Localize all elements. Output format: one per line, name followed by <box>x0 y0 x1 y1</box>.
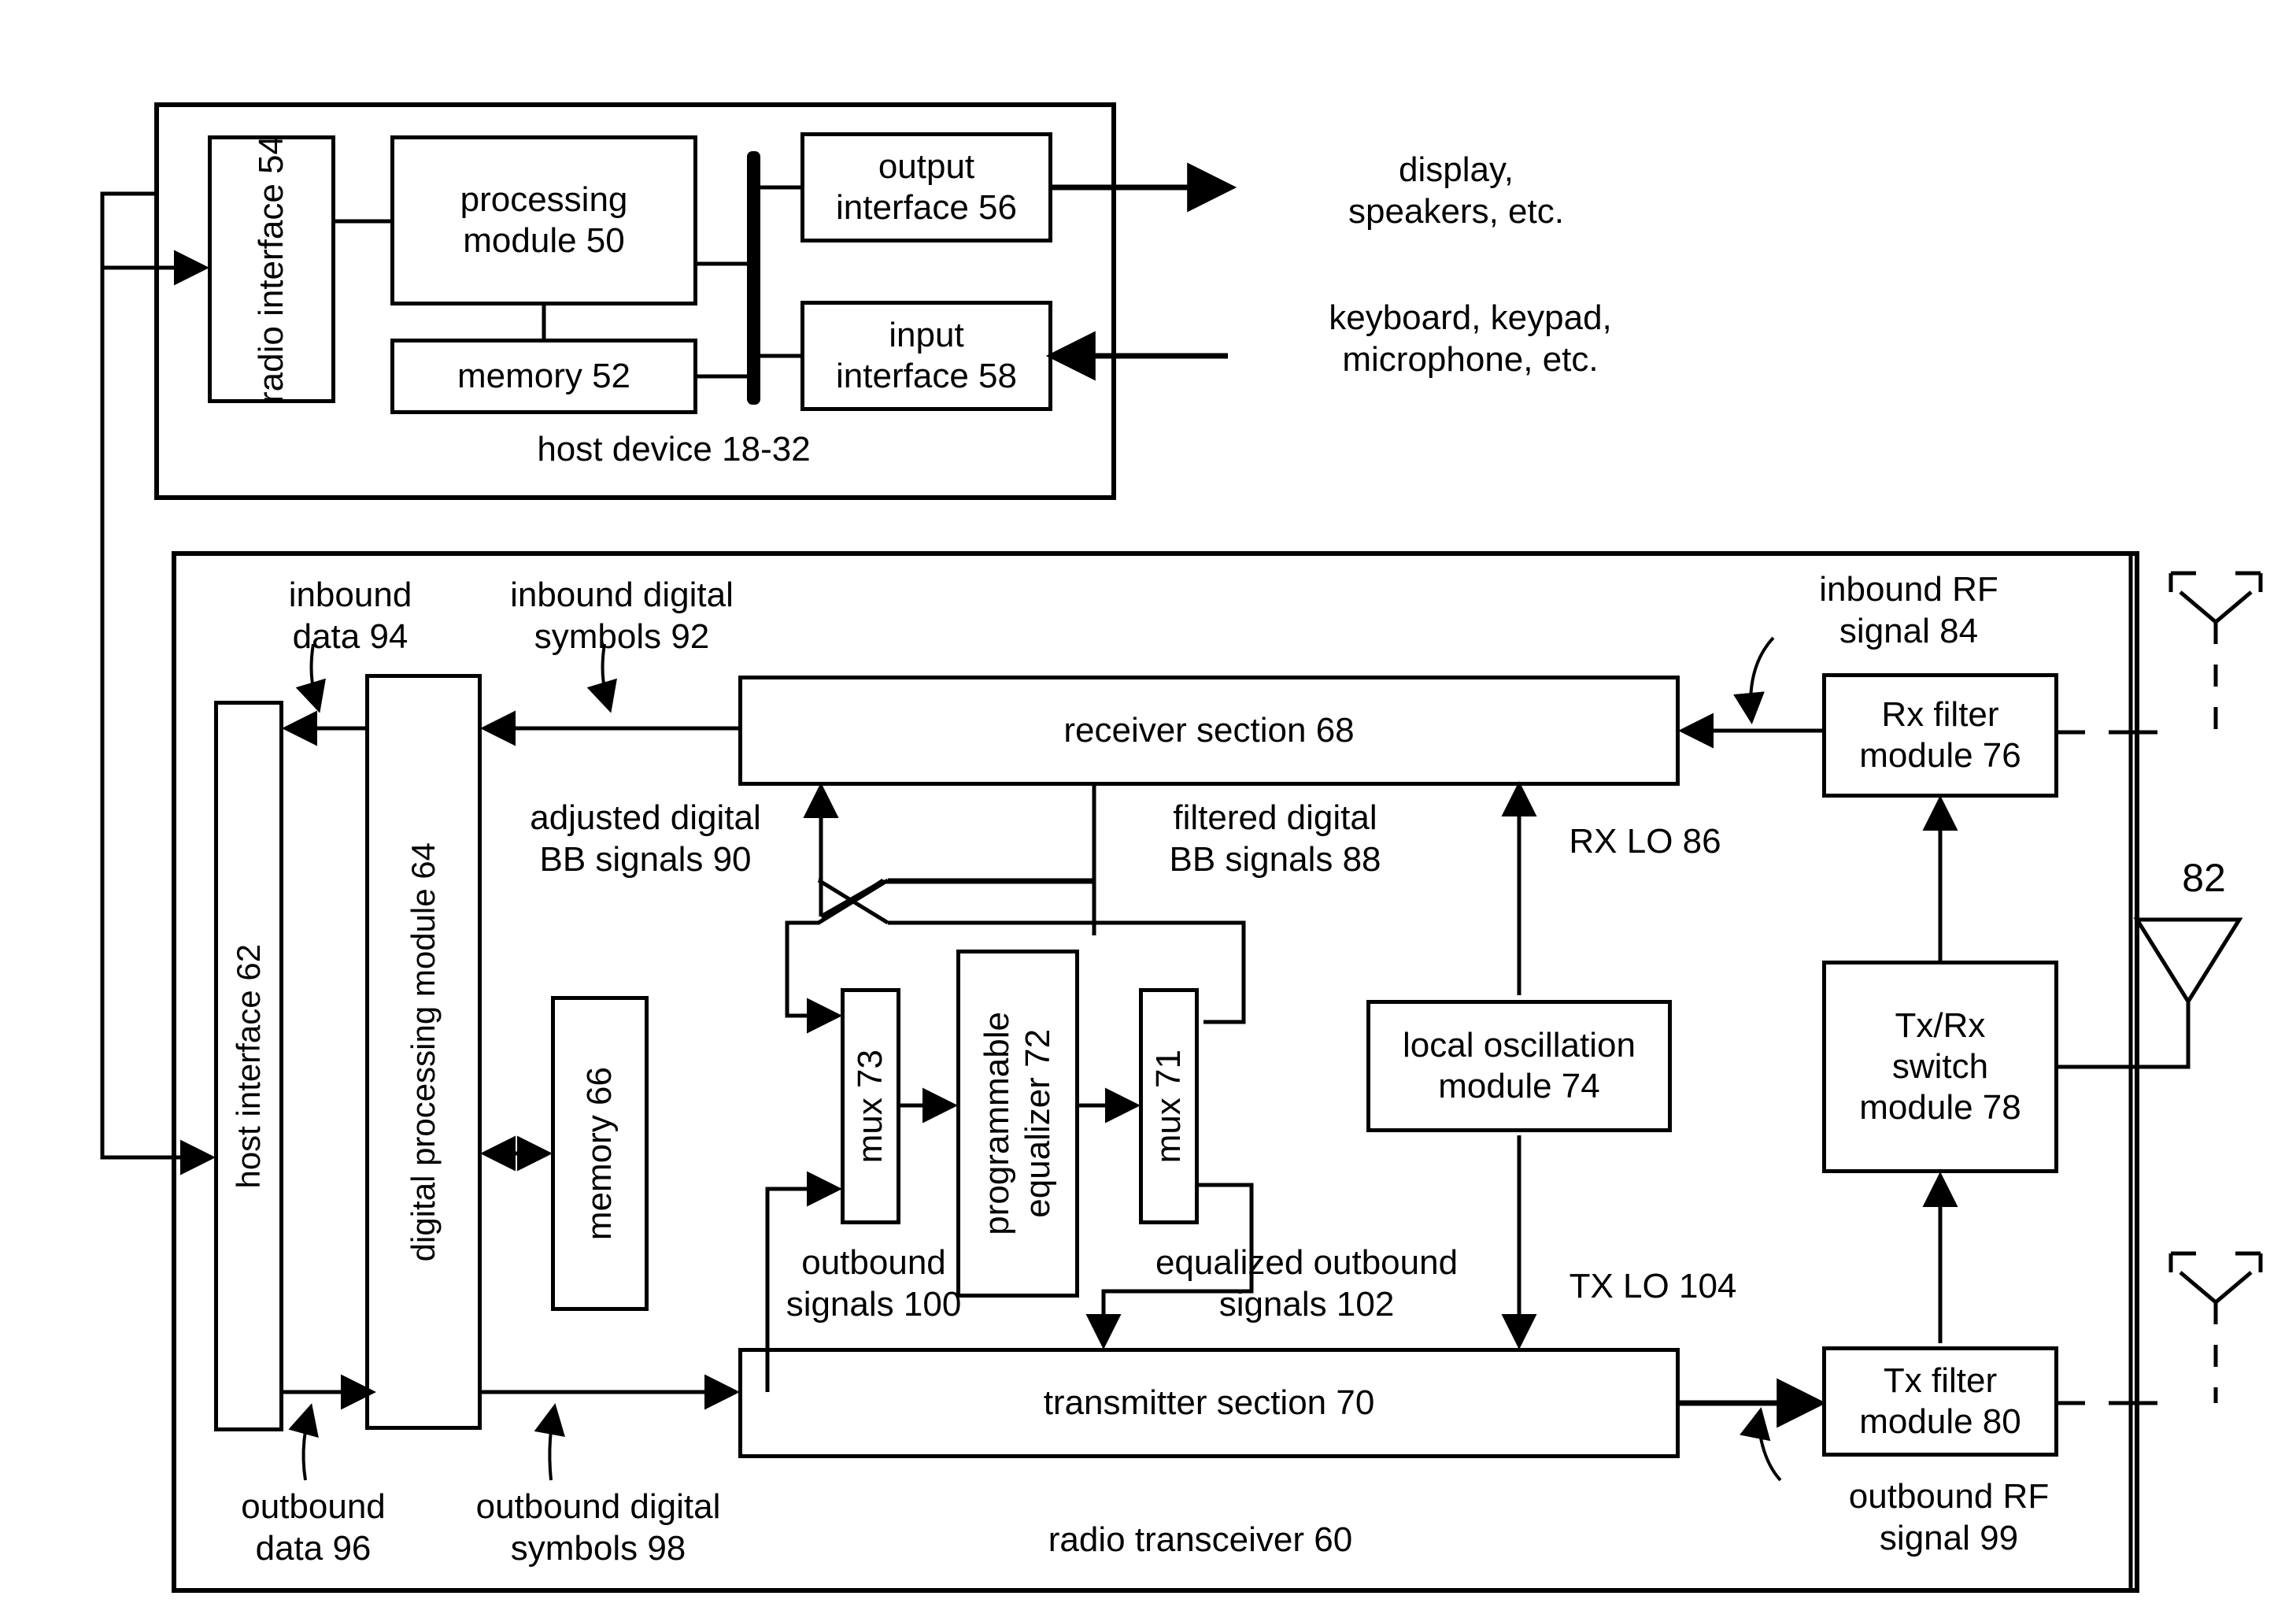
host-bus-bar <box>747 151 760 405</box>
host-device-label: host device 18-32 <box>537 430 811 468</box>
block-receiver-section-68[interactable]: receiver section 68 <box>738 676 1680 786</box>
label-outbound-digital-symbols-98: outbound digital symbols 98 <box>475 1487 721 1568</box>
block-programmable-equalizer-72-label: programmable equalizer 72 <box>978 1012 1057 1235</box>
block-processing-module-50[interactable]: processing module 50 <box>390 135 697 305</box>
label-equalized-outbound-signals-102: equalized outbound signals 102 <box>1155 1243 1459 1324</box>
label-outbound-data-96: outbound data 96 <box>241 1487 386 1568</box>
label-tx-lo-104: TX LO 104 <box>1569 1267 1737 1305</box>
block-rx-filter-module-76[interactable]: Rx filter module 76 <box>1822 673 2058 798</box>
label-rx-lo-86: RX LO 86 <box>1569 822 1721 861</box>
block-memory-66-label: memory 66 <box>580 1066 619 1241</box>
block-mux-71-label: mux 71 <box>1149 1049 1189 1164</box>
label-outbound-rf-signal-99: outbound RF signal 99 <box>1848 1477 2050 1557</box>
label-inbound-rf-signal-84: inbound RF signal 84 <box>1819 570 1998 650</box>
block-tx-filter-module-80[interactable]: Tx filter module 80 <box>1822 1346 2058 1457</box>
block-digital-processing-module-64-label: digital processing module 64 <box>405 842 442 1262</box>
block-input-interface-58[interactable]: input interface 58 <box>800 301 1052 411</box>
block-output-interface-56[interactable]: output interface 56 <box>800 132 1052 243</box>
block-mux-73[interactable]: mux 73 <box>841 988 900 1224</box>
block-output-interface-56-label: output interface 56 <box>836 147 1017 227</box>
label-output-peripherals: display, speakers, etc. <box>1348 150 1564 231</box>
block-memory-66[interactable]: memory 66 <box>551 996 649 1311</box>
block-local-oscillation-module-74[interactable]: local oscillation module 74 <box>1366 1000 1672 1132</box>
block-host-interface-62-label: host interface 62 <box>230 943 268 1189</box>
label-inbound-data-94: inbound data 94 <box>288 576 412 656</box>
block-processing-module-50-label: processing module 50 <box>460 180 628 260</box>
block-mux-73-label: mux 73 <box>851 1049 890 1164</box>
block-local-oscillation-module-74-label: local oscillation module 74 <box>1403 1026 1636 1105</box>
label-input-peripherals: keyboard, keypad, microphone, etc. <box>1329 298 1612 379</box>
block-receiver-section-68-label: receiver section 68 <box>1063 711 1355 750</box>
block-input-interface-58-label: input interface 58 <box>836 316 1017 395</box>
label-outbound-signals-100: outbound signals 100 <box>786 1243 962 1324</box>
figure-canvas: radio interface 54 processing module 50 … <box>0 0 2296 1618</box>
block-digital-processing-module-64[interactable]: digital processing module 64 <box>365 674 482 1430</box>
block-rx-filter-module-76-label: Rx filter module 76 <box>1859 695 2021 775</box>
label-antenna-82: 82 <box>2182 856 2226 900</box>
block-transmitter-section-70-label: transmitter section 70 <box>1043 1383 1375 1423</box>
block-tx-rx-switch-module-78[interactable]: Tx/Rx switch module 78 <box>1822 961 2058 1173</box>
block-radio-interface-54-label: radio interface 54 <box>252 135 291 403</box>
block-radio-interface-54[interactable]: radio interface 54 <box>208 135 335 403</box>
label-inbound-digital-symbols-92: inbound digital symbols 92 <box>510 576 734 656</box>
block-tx-rx-switch-module-78-label: Tx/Rx switch module 78 <box>1859 1006 2021 1127</box>
block-mux-71[interactable]: mux 71 <box>1139 988 1199 1224</box>
label-filtered-digital-bb-signals-88: filtered digital BB signals 88 <box>1169 798 1381 879</box>
block-transmitter-section-70[interactable]: transmitter section 70 <box>738 1348 1680 1458</box>
radio-transceiver-label: radio transceiver 60 <box>1048 1520 1353 1559</box>
block-host-interface-62[interactable]: host interface 62 <box>214 701 283 1431</box>
label-adjusted-digital-bb-signals-90: adjusted digital BB signals 90 <box>530 798 761 879</box>
block-tx-filter-module-80-label: Tx filter module 80 <box>1859 1361 2021 1441</box>
block-memory-52[interactable]: memory 52 <box>390 339 697 414</box>
block-memory-52-label: memory 52 <box>457 357 631 396</box>
